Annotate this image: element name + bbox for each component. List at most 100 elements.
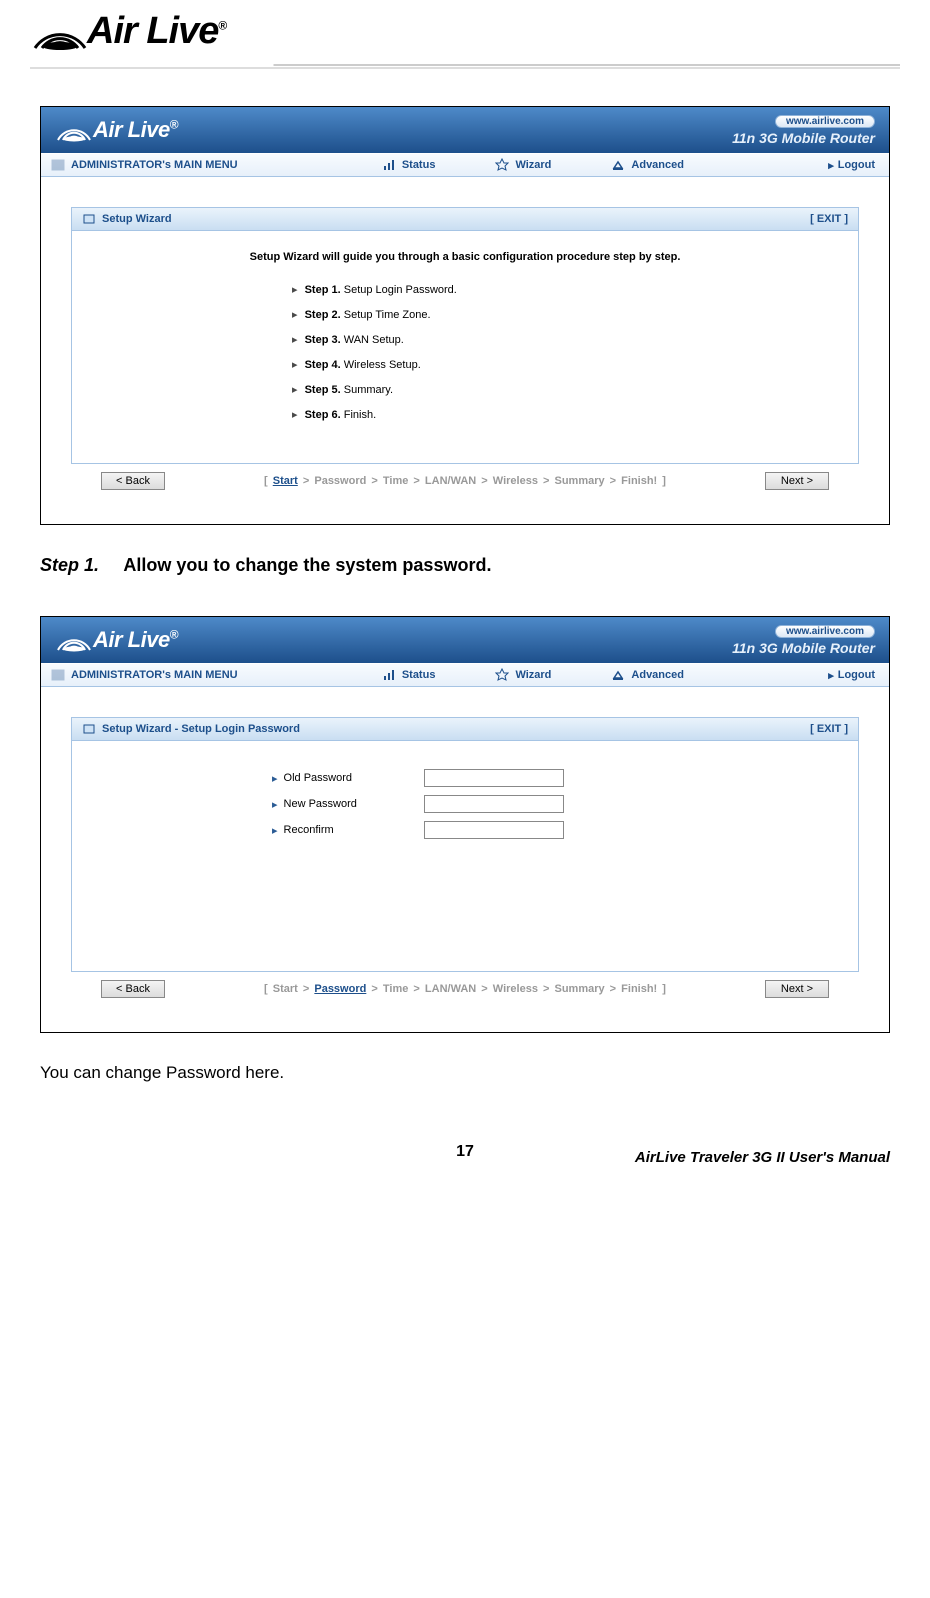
next-button[interactable]: Next > (765, 980, 829, 998)
airlive-logo-small: Air Live® (55, 117, 178, 143)
crumb-lanwan[interactable]: LAN/WAN (425, 983, 476, 995)
breadcrumb-2: [ Start > Password > Time > LAN/WAN > Wi… (264, 983, 666, 995)
airlive-logo-small: Air Live® (55, 627, 178, 653)
crumb-summary[interactable]: Summary (554, 983, 604, 995)
breadcrumb-1: [ Start > Password > Time > LAN/WAN > Wi… (264, 475, 666, 487)
main-menu-bar: ADMINISTRATOR's MAIN MENU Status Wizard … (41, 663, 889, 687)
chevron-right-icon: ▸ (828, 159, 834, 172)
crumb-start[interactable]: Start (273, 983, 298, 995)
crumb-time[interactable]: Time (383, 475, 408, 487)
form-row-new-password: ▸ New Password (272, 795, 838, 813)
bullet-icon: ▸ (272, 824, 278, 837)
old-password-input[interactable] (424, 769, 564, 787)
bullet-icon: ▸ (292, 309, 298, 321)
panel-header: Setup Wizard [ EXIT ] (72, 208, 858, 231)
menu-logout[interactable]: ▸Logout (828, 159, 889, 172)
crumb-finish[interactable]: Finish! (621, 475, 657, 487)
crumb-password[interactable]: Password (314, 475, 366, 487)
panel-body-1: Setup Wizard will guide you through a ba… (72, 231, 858, 463)
wizard-icon (495, 158, 509, 172)
screenshot-1: Air Live® www.airlive.com 11n 3G Mobile … (40, 106, 890, 525)
screenshot-2: Air Live® www.airlive.com 11n 3G Mobile … (40, 616, 890, 1033)
new-password-input[interactable] (424, 795, 564, 813)
main-menu-bar: ADMINISTRATOR's MAIN MENU Status Wizard … (41, 153, 889, 177)
crumb-time[interactable]: Time (383, 983, 408, 995)
menu-status[interactable]: Status (382, 158, 436, 172)
next-button[interactable]: Next > (765, 472, 829, 490)
crumb-wireless[interactable]: Wireless (493, 475, 538, 487)
advanced-icon (611, 158, 625, 172)
url-pill[interactable]: www.airlive.com (775, 115, 875, 128)
chevron-right-icon: ▸ (828, 669, 834, 682)
content-area-2: Setup Wizard - Setup Login Password [ EX… (41, 687, 889, 1032)
back-button[interactable]: < Back (101, 472, 165, 490)
reconfirm-input[interactable] (424, 821, 564, 839)
router-banner: Air Live® www.airlive.com 11n 3G Mobile … (41, 107, 889, 153)
status-icon (382, 668, 396, 682)
panel-icon (82, 212, 96, 226)
back-button[interactable]: < Back (101, 980, 165, 998)
step-item: ▸ Step 1. Setup Login Password. (292, 283, 838, 296)
reconfirm-label: Reconfirm (284, 824, 424, 836)
menu-advanced[interactable]: Advanced (611, 668, 684, 682)
body-paragraph: You can change Password here. (40, 1063, 890, 1083)
bullet-icon: ▸ (292, 359, 298, 371)
logo-arcs-icon (30, 13, 90, 53)
panel-header: Setup Wizard - Setup Login Password [ EX… (72, 718, 858, 741)
panel-body-2: ▸ Old Password ▸ New Password ▸ Reconfir… (72, 741, 858, 971)
status-icon (382, 158, 396, 172)
new-password-label: New Password (284, 798, 424, 810)
logo-arcs-small-icon (55, 117, 93, 143)
form-row-old-password: ▸ Old Password (272, 769, 838, 787)
panel-title: Setup Wizard - Setup Login Password (102, 723, 300, 735)
crumb-password[interactable]: Password (314, 983, 366, 995)
airlive-logo-large: Air Live® (30, 10, 226, 53)
logo-text: Air Live® (87, 10, 226, 53)
menu-title: ADMINISTRATOR's MAIN MENU (71, 159, 238, 171)
step-item: ▸ Step 6. Finish. (292, 408, 838, 421)
menu-status[interactable]: Status (382, 668, 436, 682)
form-row-reconfirm: ▸ Reconfirm (272, 821, 838, 839)
menu-icon (51, 668, 65, 682)
nav-row-2: < Back [ Start > Password > Time > LAN/W… (71, 972, 859, 1012)
crumb-lanwan[interactable]: LAN/WAN (425, 475, 476, 487)
banner-right: www.airlive.com 11n 3G Mobile Router (732, 625, 875, 656)
exit-link[interactable]: [ EXIT ] (810, 723, 848, 735)
bullet-icon: ▸ (292, 409, 298, 421)
page-header: Air Live® (0, 0, 930, 66)
menu-icon (51, 158, 65, 172)
menu-title: ADMINISTRATOR's MAIN MENU (71, 669, 238, 681)
wizard-panel: Setup Wizard - Setup Login Password [ EX… (71, 717, 859, 972)
crumb-wireless[interactable]: Wireless (493, 983, 538, 995)
crumb-summary[interactable]: Summary (554, 475, 604, 487)
crumb-start[interactable]: Start (273, 475, 298, 487)
menu-advanced[interactable]: Advanced (611, 158, 684, 172)
menu-wizard[interactable]: Wizard (495, 158, 551, 172)
nav-row-1: < Back [ Start > Password > Time > LAN/W… (71, 464, 859, 504)
bullet-icon: ▸ (272, 798, 278, 811)
step-desc: Allow you to change the system password. (123, 555, 491, 575)
bullet-icon: ▸ (292, 284, 298, 296)
old-password-label: Old Password (284, 772, 424, 784)
bullet-icon: ▸ (292, 334, 298, 346)
banner-right: www.airlive.com 11n 3G Mobile Router (732, 115, 875, 146)
logo-small-text: Air Live® (93, 117, 178, 143)
device-title: 11n 3G Mobile Router (732, 640, 875, 656)
logo-arcs-small-icon (55, 627, 93, 653)
header-divider (30, 64, 900, 66)
panel-title: Setup Wizard (102, 213, 172, 225)
exit-link[interactable]: [ EXIT ] (810, 213, 848, 225)
device-title: 11n 3G Mobile Router (732, 130, 875, 146)
url-pill[interactable]: www.airlive.com (775, 625, 875, 638)
step-number: Step 1. (40, 555, 99, 575)
panel-icon (82, 722, 96, 736)
wizard-panel: Setup Wizard [ EXIT ] Setup Wizard will … (71, 207, 859, 464)
router-banner: Air Live® www.airlive.com 11n 3G Mobile … (41, 617, 889, 663)
menu-wizard[interactable]: Wizard (495, 668, 551, 682)
crumb-finish[interactable]: Finish! (621, 983, 657, 995)
wizard-intro: Setup Wizard will guide you through a ba… (92, 251, 838, 263)
step-heading-block: Step 1. Allow you to change the system p… (40, 555, 890, 576)
step-heading: Step 1. Allow you to change the system p… (40, 555, 890, 576)
menu-logout[interactable]: ▸Logout (828, 669, 889, 682)
wizard-steps-list: ▸ Step 1. Setup Login Password. ▸ Step 2… (292, 283, 838, 421)
